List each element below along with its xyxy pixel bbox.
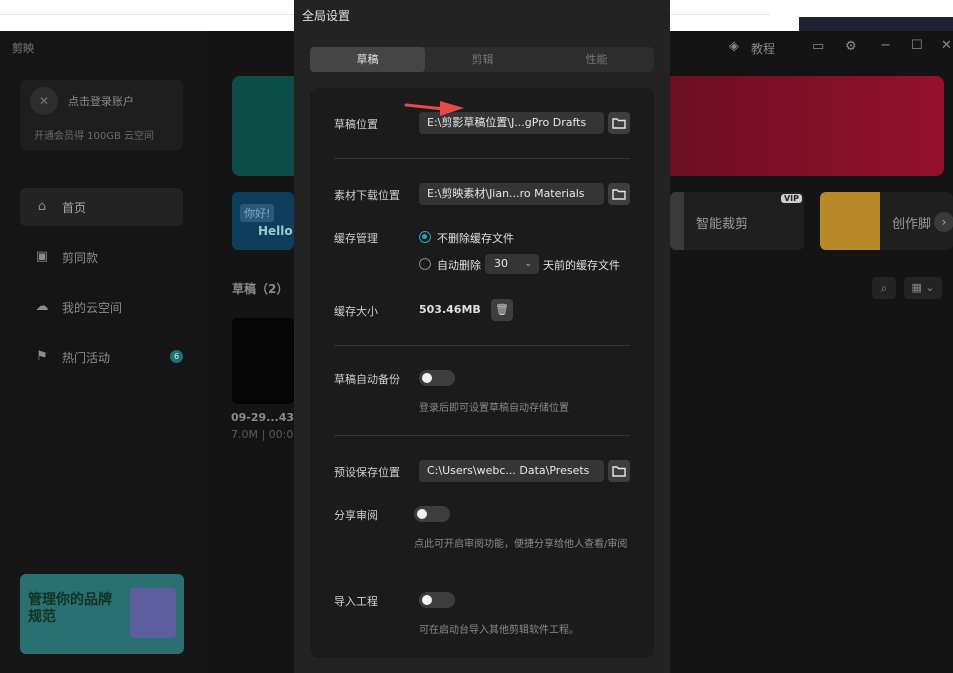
dialog-title: 全局设置 — [302, 9, 351, 23]
promo-title: 管理你的品牌规范 — [28, 592, 112, 625]
radio-keep-cache[interactable] — [419, 231, 431, 243]
feature-card-smart-crop[interactable]: 智能裁剪 VIP — [670, 192, 804, 250]
draft-thumbnail[interactable] — [232, 318, 294, 404]
tab-performance[interactable]: 性能 — [539, 47, 654, 72]
notification-badge: 6 — [170, 350, 183, 363]
cache-size-value: 503.46MB — [419, 303, 481, 316]
feature-card-label: 创作脚 — [892, 217, 932, 232]
feature-card-text: Hello — [258, 224, 293, 238]
tab-editing[interactable]: 剪辑 — [425, 47, 540, 72]
close-icon[interactable]: ✕ — [941, 38, 952, 53]
section-divider — [334, 158, 630, 159]
share-review-hint: 点此可开启审阅功能，便捷分享给他人查看/审阅 — [414, 539, 628, 550]
view-toggle-icon[interactable]: ▦ ⌄ — [904, 277, 942, 299]
chevron-down-icon: ⌄ — [524, 259, 532, 269]
radio-auto-delete[interactable] — [419, 258, 431, 270]
app-logo: 剪映 — [12, 42, 34, 55]
feature-thumbnail — [670, 192, 684, 250]
login-link[interactable]: 点击登录账户 — [68, 93, 134, 109]
cache-days-value: 30 — [494, 257, 508, 270]
import-project-label: 导入工程 — [334, 595, 378, 608]
feature-card-tag: 你好! — [240, 204, 275, 222]
carousel-next-button[interactable]: › — [934, 212, 953, 232]
material-location-label: 素材下载位置 — [334, 189, 400, 202]
auto-delete-label[interactable]: 自动删除 — [437, 257, 481, 273]
settings-tabs: 草稿 剪辑 性能 — [310, 47, 654, 72]
cache-management-label: 缓存管理 — [334, 232, 378, 245]
folder-icon[interactable] — [608, 112, 630, 134]
flag-icon: ⚑ — [36, 349, 48, 364]
avatar[interactable]: ✕ — [30, 87, 58, 115]
home-icon: ⌂ — [37, 199, 47, 214]
sidebar-item-label: 剪同款 — [62, 251, 99, 265]
tutorial-icon[interactable]: ◈ — [729, 39, 739, 54]
sidebar-item-cloud[interactable]: ☁ 我的云空间 — [20, 288, 183, 326]
tutorial-link[interactable]: 教程 — [751, 40, 775, 57]
promo-illustration — [130, 588, 176, 638]
share-review-label: 分享审阅 — [334, 509, 378, 522]
section-divider — [334, 435, 630, 436]
feature-card-hello[interactable]: 你好! Hello — [232, 192, 294, 250]
sidebar-item-label: 热门活动 — [62, 351, 111, 365]
draft-location-label: 草稿位置 — [334, 118, 378, 131]
folder-icon[interactable] — [608, 183, 630, 205]
sidebar-item-events[interactable]: ⚑ 热门活动 6 — [20, 338, 183, 376]
sidebar-item-home[interactable]: ⌂ 首页 — [20, 188, 183, 226]
feedback-icon[interactable]: ▭ — [812, 39, 824, 54]
feature-thumbnail — [820, 192, 880, 250]
minimize-icon[interactable]: − — [880, 38, 891, 53]
membership-promo[interactable]: 开通会员得 100GB 云空间 — [34, 127, 154, 142]
folder-icon[interactable] — [608, 460, 630, 482]
feature-card-label: 智能裁剪 — [696, 217, 749, 232]
sidebar-item-label: 首页 — [62, 201, 87, 215]
sidebar-item-label: 我的云空间 — [62, 301, 123, 315]
annotation-arrow-icon — [404, 101, 464, 116]
share-review-toggle[interactable] — [414, 506, 450, 522]
preset-location-label: 预设保存位置 — [334, 466, 400, 479]
vip-badge: VIP — [780, 194, 802, 203]
auto-backup-hint: 登录后即可设置草稿自动存储位置 — [419, 403, 569, 414]
auto-backup-label: 草稿自动备份 — [334, 373, 400, 386]
cache-days-select[interactable]: 30 ⌄ — [485, 254, 539, 274]
auto-backup-toggle[interactable] — [419, 370, 455, 386]
drafts-section-title: 草稿（2） — [232, 282, 289, 296]
maximize-icon[interactable]: ☐ — [911, 38, 923, 53]
settings-gear-icon[interactable]: ⚙ — [845, 39, 857, 54]
draft-name[interactable]: 09-29...439 — [231, 411, 302, 424]
material-location-path[interactable]: E:\剪映素材\Jian...ro Materials — [419, 183, 604, 205]
auto-delete-suffix: 天前的缓存文件 — [543, 259, 620, 272]
sidebar-item-templates[interactable]: ▣ 剪同款 — [20, 238, 183, 276]
tab-drafts[interactable]: 草稿 — [310, 47, 425, 72]
template-icon: ▣ — [35, 249, 49, 264]
search-icon[interactable]: ⌕ — [872, 277, 896, 299]
draft-meta: 7.0M | 00:0 — [231, 428, 294, 441]
section-divider — [334, 345, 630, 346]
strip-dark-area — [799, 17, 953, 31]
trash-icon[interactable]: 🗑 — [491, 299, 513, 321]
cache-size-label: 缓存大小 — [334, 305, 378, 318]
cloud-icon: ☁ — [35, 299, 49, 314]
import-project-hint: 可在启动台导入其他剪辑软件工程。 — [419, 625, 579, 636]
keep-cache-label[interactable]: 不删除缓存文件 — [437, 230, 514, 246]
promo-banner[interactable]: 管理你的品牌规范 — [20, 574, 184, 654]
import-project-toggle[interactable] — [419, 592, 455, 608]
preset-location-path[interactable]: C:\Users\webc... Data\Presets — [419, 460, 604, 482]
